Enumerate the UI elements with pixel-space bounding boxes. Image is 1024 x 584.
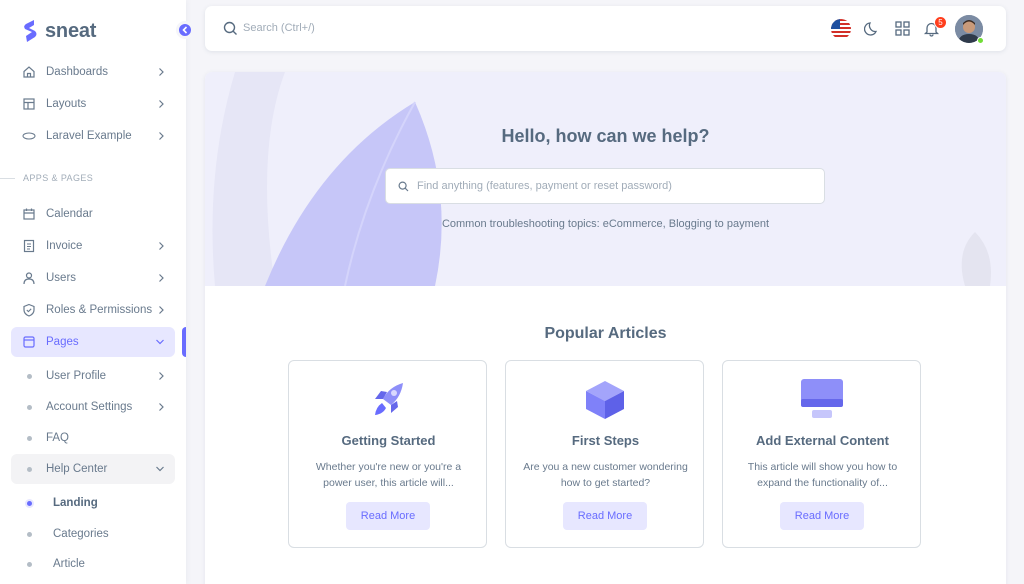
chevron-right-icon [159, 242, 164, 250]
sidebar-item-dashboards[interactable]: Dashboards [11, 57, 175, 87]
brand-name: sneat [45, 19, 97, 42]
php-icon [22, 129, 36, 143]
invoice-icon [22, 239, 36, 253]
article-title: Add External Content [756, 433, 889, 448]
sidebar-subitem-label: Account Settings [46, 401, 133, 413]
sidebar-subitem-label: Landing [53, 497, 98, 509]
chevron-right-icon [159, 306, 164, 314]
bullet-icon [27, 500, 32, 506]
brand[interactable]: sneat [22, 19, 96, 43]
calendar-icon [22, 207, 36, 221]
bullet-icon [27, 561, 32, 567]
sneat-logo-icon [24, 20, 37, 42]
chevron-down-icon [156, 466, 164, 472]
sidebar-item-label: Laravel Example [46, 130, 132, 142]
sidebar-item-laravel-example[interactable]: Laravel Example [11, 121, 175, 151]
bullet-icon [27, 404, 32, 410]
us-flag-icon[interactable] [831, 19, 851, 39]
collapse-sidebar-button[interactable] [176, 21, 194, 39]
rocket-icon [375, 383, 403, 415]
sidebar-subitem-label: Help Center [46, 463, 108, 475]
chevron-right-icon [159, 68, 164, 76]
bullet-icon [27, 531, 32, 537]
user-icon [22, 271, 36, 285]
bullet-icon [27, 466, 32, 472]
sidebar-item-invoice[interactable]: Invoice [11, 231, 175, 261]
top-navbar: Search (Ctrl+/) 5 [205, 6, 1006, 51]
article-card-add-external-content: Add External Content This article will s… [722, 360, 921, 548]
sidebar-item-layouts[interactable]: Layouts [11, 89, 175, 119]
sidebar-item-users[interactable]: Users [11, 263, 175, 293]
sidebar-item-label: Invoice [46, 240, 83, 252]
sidebar-subitem-article[interactable]: Article [11, 550, 175, 578]
help-search-input[interactable]: Find anything (features, payment or rese… [385, 168, 825, 204]
bullet-icon [27, 373, 32, 379]
help-search-placeholder: Find anything (features, payment or rese… [417, 180, 672, 192]
help-center-card: Hello, how can we help? Find anything (f… [205, 72, 1006, 584]
sidebar-subitem-help-center[interactable]: Help Center [11, 454, 175, 484]
home-icon [22, 65, 36, 79]
section-header-label: APPS & PAGES [23, 173, 94, 183]
bullet-icon [27, 435, 32, 441]
active-indicator [182, 327, 186, 357]
article-description: Whether you're new or you're a power use… [315, 461, 462, 489]
moon-icon[interactable] [864, 20, 881, 37]
article-title: Getting Started [341, 433, 436, 448]
sidebar-item-calendar[interactable]: Calendar [11, 199, 175, 229]
search-icon[interactable] [223, 21, 238, 36]
menu-section-header: APPS & PAGES [0, 171, 186, 185]
hero-banner: Hello, how can we help? Find anything (f… [205, 72, 1006, 286]
sidebar-subitem-landing[interactable]: Landing [11, 489, 175, 517]
cube-icon [586, 381, 624, 419]
sidebar-subitem-account-settings[interactable]: Account Settings [11, 393, 175, 421]
sidebar-item-label: Users [46, 272, 77, 284]
chevron-right-icon [159, 100, 164, 108]
article-card-first-steps: First Steps Are you a new customer wonde… [505, 360, 704, 548]
sidebar-subitem-user-profile[interactable]: User Profile [11, 362, 175, 390]
sidebar: sneat Dashboards Layouts Laravel Example… [0, 0, 194, 584]
read-more-button[interactable]: Read More [780, 502, 864, 530]
sidebar-item-label: Dashboards [46, 66, 109, 78]
chevron-down-icon [156, 339, 164, 345]
divider [0, 177, 15, 179]
sidebar-item-pages[interactable]: Pages [11, 327, 175, 357]
sidebar-subitem-label: Article [53, 558, 85, 570]
search-input[interactable]: Search (Ctrl+/) [243, 22, 315, 34]
sidebar-item-label: Calendar [46, 208, 93, 220]
read-more-button[interactable]: Read More [346, 502, 430, 530]
notification-badge: 5 [934, 16, 947, 29]
hero-subtitle: Common troubleshooting topics: eCommerce… [441, 218, 770, 230]
sidebar-subitem-categories[interactable]: Categories [11, 520, 175, 548]
online-status-dot [977, 37, 984, 44]
page-icon [22, 335, 36, 349]
article-title: First Steps [571, 433, 640, 448]
sidebar-item-label: Layouts [46, 98, 87, 110]
article-card-getting-started: Getting Started Whether you're new or yo… [288, 360, 487, 548]
sidebar-subitem-faq[interactable]: FAQ [11, 424, 175, 452]
hero-title: Hello, how can we help? [501, 126, 710, 146]
shield-icon [22, 303, 36, 317]
sidebar-subitem-label: Categories [53, 528, 109, 540]
sidebar-item-label: Roles & Permissions [46, 304, 153, 316]
search-icon [398, 181, 409, 192]
monitor-icon [801, 379, 843, 418]
popular-articles-title: Popular Articles [544, 325, 667, 342]
article-description: This article will show you how to expand… [747, 461, 898, 489]
chevron-right-icon [159, 132, 164, 140]
chevron-right-icon [159, 372, 164, 380]
read-more-button[interactable]: Read More [563, 502, 647, 530]
sidebar-subitem-label: FAQ [46, 432, 70, 444]
chevron-left-icon [182, 26, 188, 34]
sidebar-item-label: Pages [46, 336, 79, 348]
grid-apps-icon[interactable] [894, 20, 911, 37]
layout-icon [22, 97, 36, 111]
chevron-right-icon [159, 403, 164, 411]
article-description: Are you a new customer wondering how to … [523, 461, 688, 489]
chevron-right-icon [159, 274, 164, 282]
sidebar-item-roles-permissions[interactable]: Roles & Permissions [11, 295, 175, 325]
sidebar-subitem-label: User Profile [46, 370, 107, 382]
